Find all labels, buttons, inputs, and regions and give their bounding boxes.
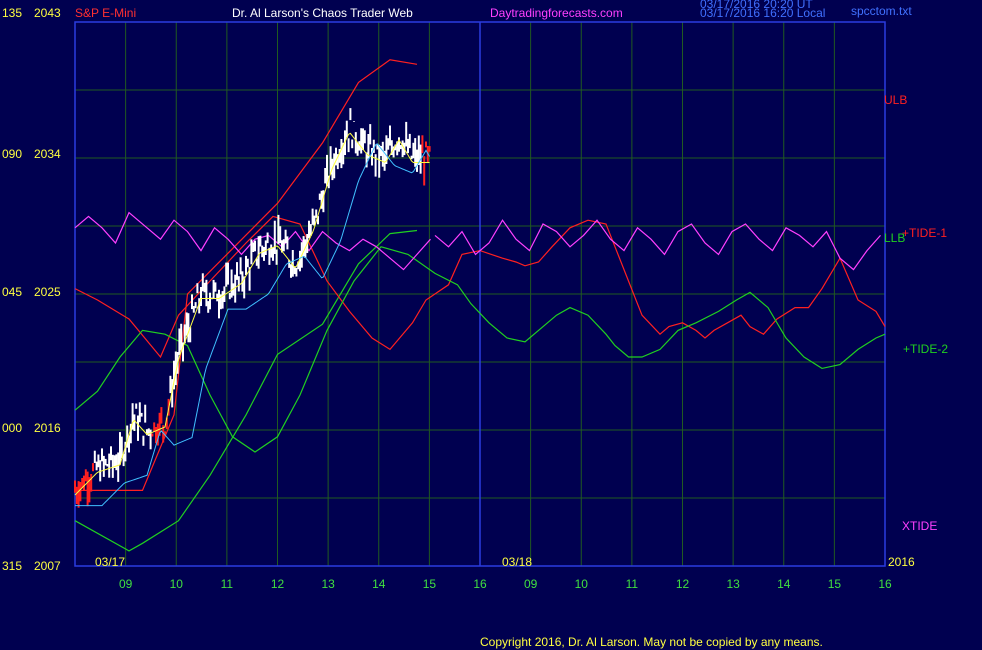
hour-tick-label: 13 xyxy=(321,577,335,591)
price-tick-label: 2016 xyxy=(34,421,61,435)
price-tick-label: 2007 xyxy=(34,559,61,573)
chart-title: Dr. Al Larson's Chaos Trader Web xyxy=(232,6,413,20)
hour-tick-label: 11 xyxy=(626,577,639,591)
hour-tick-label: 10 xyxy=(170,577,184,591)
label-xtide: XTIDE xyxy=(902,519,937,533)
label-llb: LLB xyxy=(884,231,905,245)
copyright-footer: Copyright 2016, Dr. Al Larson. May not b… xyxy=(480,635,823,649)
hour-tick-label: 13 xyxy=(726,577,740,591)
tide-tick-label: 135 xyxy=(2,6,22,20)
instrument-title: S&P E-Mini xyxy=(75,6,136,20)
chart-canvas: S&P E-Mini Dr. Al Larson's Chaos Trader … xyxy=(0,0,982,650)
date-label-day1: 03/17 xyxy=(95,555,125,569)
tide-tick-label: 315 xyxy=(2,559,22,573)
hour-tick-label: 09 xyxy=(524,577,538,591)
hour-tick-label: 11 xyxy=(221,577,234,591)
site-link[interactable]: Daytradingforecasts.com xyxy=(490,6,623,20)
date-label-day2: 03/18 xyxy=(502,555,532,569)
filename-label: spcctom.txt xyxy=(851,4,912,18)
tide-tick-label: 090 xyxy=(2,147,22,161)
hour-tick-label: 15 xyxy=(423,577,437,591)
label-tide-1: +TIDE-1 xyxy=(902,226,947,240)
hour-tick-label: 12 xyxy=(676,577,690,591)
hour-tick-label: 12 xyxy=(271,577,285,591)
hour-tick-label: 16 xyxy=(473,577,487,591)
hour-tick-label: 14 xyxy=(777,577,791,591)
year-label: 2016 xyxy=(888,555,915,569)
tide-tick-label: 000 xyxy=(2,421,22,435)
hour-tick-label: 10 xyxy=(575,577,589,591)
label-ulb: ULB xyxy=(884,93,907,107)
hour-tick-label: 16 xyxy=(878,577,892,591)
price-tick-label: 2025 xyxy=(34,285,61,299)
hour-tick-label: 09 xyxy=(119,577,133,591)
hour-tick-label: 15 xyxy=(828,577,842,591)
timestamp-local: 03/17/2016 16:20 Local xyxy=(700,6,825,20)
label-tide-2: +TIDE-2 xyxy=(903,342,948,356)
hour-tick-label: 14 xyxy=(372,577,386,591)
price-tick-label: 2043 xyxy=(34,6,61,20)
tide-tick-label: 045 xyxy=(2,285,22,299)
price-tick-label: 2034 xyxy=(34,147,61,161)
